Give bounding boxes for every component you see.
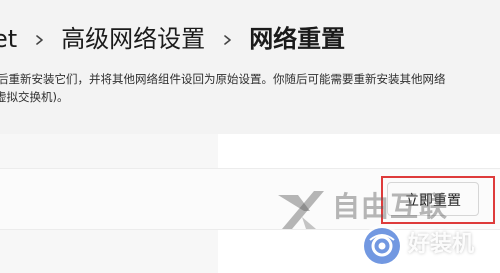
- highlight-box: [381, 176, 495, 224]
- breadcrumb-item-network-and-internet[interactable]: et: [0, 27, 17, 51]
- page-title: 网络重置: [249, 25, 346, 53]
- description-line: 虚拟交换机)。: [0, 90, 69, 104]
- breadcrumb-item-advanced-network-settings[interactable]: 高级网络设置: [61, 27, 205, 51]
- chevron-right-icon: [35, 35, 45, 45]
- chevron-right-icon: [223, 35, 233, 45]
- description-line: 后重新安装它们，并将其他网络组件设回为原始设置。你随后可能需要重新安装其他网络: [0, 72, 446, 86]
- breadcrumb: et 高级网络设置 网络重置: [0, 14, 345, 64]
- network-reset-description: 后重新安装它们，并将其他网络组件设回为原始设置。你随后可能需要重新安装其他网络 …: [0, 70, 500, 106]
